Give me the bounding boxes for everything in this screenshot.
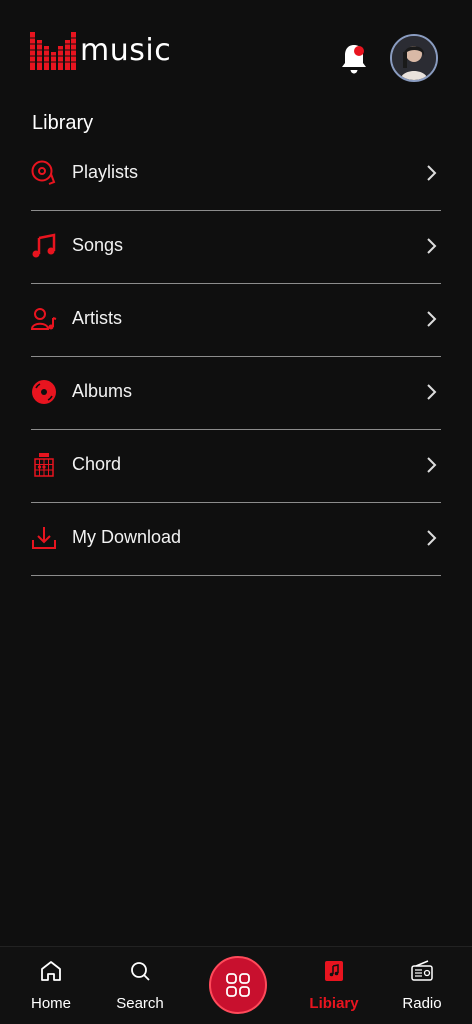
logo-text: music (80, 33, 172, 68)
app-logo[interactable]: music (30, 32, 171, 70)
header: music (0, 0, 472, 100)
library-item-playlists[interactable]: Playlists (31, 138, 441, 211)
artist-icon (31, 308, 57, 330)
radio-icon (411, 960, 433, 981)
nav-radio[interactable]: Radio (382, 947, 462, 1024)
nav-library[interactable]: Libiary (294, 947, 374, 1024)
section-title: Library (32, 112, 94, 134)
user-avatar-icon (392, 36, 436, 80)
library-item-label: My Download (72, 527, 182, 547)
search-icon (131, 962, 150, 981)
chord-chart-icon (34, 453, 54, 477)
nav-label: Radio (402, 995, 442, 1012)
library-item-albums[interactable]: Albums (31, 357, 441, 430)
notification-badge (354, 46, 364, 56)
library-item-label: Artists (72, 308, 123, 328)
album-disc-icon (32, 380, 56, 404)
vinyl-playlist-icon (31, 160, 56, 185)
chevron-right-icon (427, 530, 437, 546)
chevron-right-icon (427, 238, 437, 254)
chevron-right-icon (427, 165, 437, 181)
nav-label: Home (30, 995, 71, 1012)
download-icon (32, 527, 56, 549)
chevron-right-icon (427, 311, 437, 327)
library-item-label: Playlists (72, 162, 139, 182)
library-item-songs[interactable]: Songs (31, 211, 441, 284)
library-icon (325, 961, 343, 981)
nav-label: Search (116, 995, 164, 1012)
library-item-label: Songs (72, 235, 124, 255)
library-list: Playlists Songs Artists Albums Chord My … (31, 138, 441, 576)
library-item-label: Chord (72, 454, 122, 474)
music-note-icon (32, 233, 56, 258)
chevron-right-icon (427, 384, 437, 400)
library-item-my-download[interactable]: My Download (31, 503, 441, 576)
nav-home[interactable]: Home (11, 947, 91, 1024)
nav-search[interactable]: Search (100, 947, 180, 1024)
center-grid-button[interactable] (209, 956, 267, 1014)
library-screen: music Library Playlists Songs Artists Al… (0, 0, 472, 1024)
home-icon (41, 961, 61, 981)
library-item-chord[interactable]: Chord (31, 430, 441, 503)
chevron-right-icon (427, 457, 437, 473)
avatar[interactable] (390, 34, 438, 82)
library-item-label: Albums (72, 381, 133, 401)
grid-icon (226, 973, 250, 997)
nav-label: Libiary (309, 995, 359, 1012)
logo-mark-icon (30, 32, 76, 70)
library-item-artists[interactable]: Artists (31, 284, 441, 357)
